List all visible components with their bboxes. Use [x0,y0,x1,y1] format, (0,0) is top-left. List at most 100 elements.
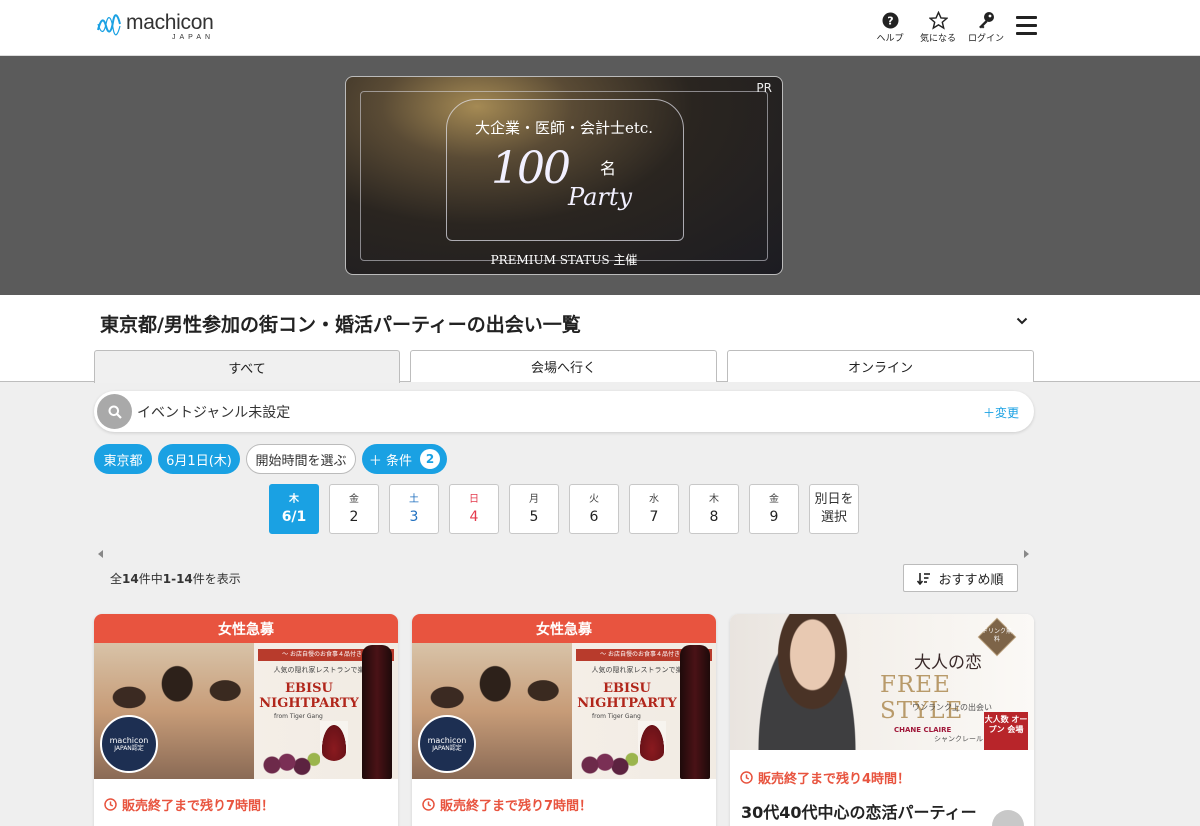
date-dow: 日 [469,493,479,505]
image-title-line2: NIGHTPARTY [577,696,677,711]
time-remaining: 販売終了まで残り4時間！ [740,768,910,787]
seal-text: machicon [109,735,149,745]
sort-icon [917,572,931,585]
date-item[interactable]: 金 2 [329,484,379,534]
tab-venue[interactable]: 会場へ行く [410,350,717,382]
key-icon [979,12,994,29]
image-title-jp: 大人の恋 [914,653,982,673]
date-item[interactable]: 金 9 [749,484,799,534]
event-card[interactable]: 女性急募 ～ お店自慢のお食事４品付き ～ 人気の隠れ家レストランで楽しむ EB… [94,614,398,826]
seal-subtext: JAPAN認定 [432,744,462,752]
date-item[interactable]: 木 8 [689,484,739,534]
hamburger-menu-icon[interactable] [1016,16,1037,35]
image-tagline: ワンランク上の出会い [912,703,992,712]
card-urgent-label: 女性急募 [94,614,398,643]
conditions-label: ＋ 条件 [368,453,413,469]
genre-search-bar[interactable]: イベントジャンル未設定 ＋変更 [94,391,1034,432]
grapes-image [578,751,638,779]
date-prev-arrow-icon[interactable] [98,550,103,558]
time-chip[interactable]: 開始時間を選ぶ [246,444,356,474]
tab-online[interactable]: オンライン [727,350,1034,382]
venue-logo-subtext: シャンクレール [934,735,983,743]
date-dow: 月 [529,493,539,505]
venue-logo-text: CHANE CLAIRE [894,726,952,734]
image-title: EBISU NIGHTPARTY [254,681,364,711]
count-total: 14 [122,572,139,586]
image-title-line2: NIGHTPARTY [259,696,359,711]
date-item[interactable]: 火 6 [569,484,619,534]
machicon-logo[interactable]: machicon JAPAN [96,12,214,46]
sort-label: おすすめ順 [938,572,1004,588]
time-remaining-text: 販売終了まで残り7時間！ [440,799,593,814]
help-link[interactable]: ? ヘルプ [874,10,906,44]
search-icon [108,405,122,419]
wine-bottle-image [680,645,710,779]
date-dow: 木 [709,493,719,505]
result-count: 全14件中1-14件を表示 [110,570,241,587]
search-button[interactable] [97,394,132,429]
logo-icon [97,14,121,36]
seal-text: machicon [427,735,467,745]
woman-photo [752,614,862,750]
date-day: 2 [349,508,359,525]
logo-text: machicon [126,11,214,34]
title-band: 東京都/男性参加の街コン・婚活パーティーの出会い一覧 すべて 会場へ行く オンラ… [0,295,1200,383]
event-image: ～ お店自慢のお食事４品付き ～ 人気の隠れ家レストランで楽しむ EBISU N… [412,643,716,779]
conditions-chip[interactable]: ＋ 条件 2 [362,444,447,474]
date-day: 4 [469,508,479,525]
genre-value: イベントジャンル未設定 [137,405,291,421]
date-item[interactable]: 月 5 [509,484,559,534]
event-card[interactable]: 女性急募 ～ お店自慢のお食事４品付き ～ 人気の隠れ家レストランで楽しむ EB… [412,614,716,826]
count-suffix: 件を表示 [192,572,241,586]
login-link[interactable]: ログイン [968,10,1004,44]
page-title: 東京都/男性参加の街コン・婚活パーティーの出会い一覧 [100,314,581,336]
date-day: 9 [769,508,779,525]
date-dow: 土 [409,493,419,505]
date-next-arrow-icon[interactable] [1024,550,1029,558]
chevron-down-icon[interactable] [1016,317,1028,325]
count-range: 1-14 [162,572,193,586]
date-item[interactable]: 土 3 [389,484,439,534]
sort-button[interactable]: おすすめ順 [903,564,1018,592]
tab-all[interactable]: すべて [94,350,400,383]
banner-headline: 大企業・医師・会計士etc. [474,119,654,137]
favorite-button[interactable] [992,810,1024,826]
change-genre-link[interactable]: ＋変更 [983,404,1019,421]
banner-unit: 名 [600,159,617,178]
certified-seal: machicon JAPAN認定 [418,715,476,773]
image-from: from Tiger Gang [592,713,641,720]
wine-glass-image [320,721,348,761]
clock-icon [740,771,753,784]
banner-organizer: PREMIUM STATUS 主催 [490,253,638,267]
conditions-count-badge: 2 [420,449,441,469]
login-label: ログイン [968,34,1005,44]
seal-subtext: JAPAN認定 [114,744,144,752]
date-chip[interactable]: 6月1日(木) [158,444,240,474]
other-date-button[interactable]: 別日を 選択 [809,484,859,534]
date-dow: 火 [589,493,599,505]
certified-seal: machicon JAPAN認定 [100,715,158,773]
card-urgent-label: 女性急募 [412,614,716,643]
date-day: 6 [589,508,599,525]
help-label: ヘルプ [876,34,904,44]
wine-glass-image [638,721,666,761]
date-day: 8 [709,508,719,525]
star-icon [928,10,948,30]
date-item[interactable]: 木 6/1 [269,484,319,534]
pr-banner[interactable]: PR 大企業・医師・会計士etc. 100 名 Party PREMIUM ST… [345,76,783,275]
event-title[interactable]: 30代40代中心の恋活パーティー [741,799,977,823]
count-prefix: 全 [110,572,123,586]
date-day: 3 [409,508,419,525]
wine-bottle-image [362,645,392,779]
image-from: from Tiger Gang [274,713,323,720]
date-item[interactable]: 水 7 [629,484,679,534]
count-mid: 件中 [138,572,163,586]
date-day: 7 [649,508,659,525]
event-image: ドリンク無料 大人の恋 FREE STYLE ワンランク上の出会い CHANE … [730,614,1034,750]
event-card[interactable]: ドリンク無料 大人の恋 FREE STYLE ワンランク上の出会い CHANE … [730,614,1034,826]
area-chip[interactable]: 東京都 [94,444,152,474]
date-item[interactable]: 日 4 [449,484,499,534]
svg-text:?: ? [887,14,893,27]
favorites-link[interactable]: 気になる [918,10,958,44]
site-header: machicon JAPAN ? ヘルプ 気になる ログイン [0,0,1200,56]
